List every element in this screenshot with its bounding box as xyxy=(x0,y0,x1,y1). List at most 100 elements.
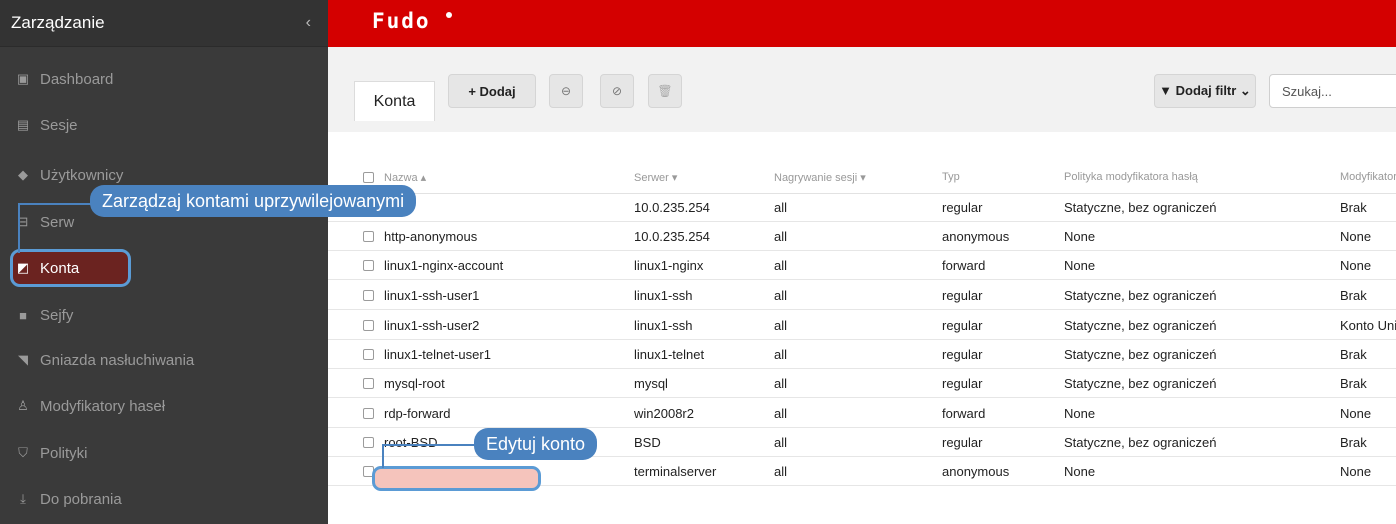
table-row[interactable]: 10.0.235.254 all regular Statyczne, bez ogr… xyxy=(328,194,1396,222)
row-checkbox[interactable] xyxy=(363,437,374,448)
table-row[interactable]: mysql-root mysql all regular Statyczne, bez … xyxy=(328,370,1396,398)
cell-server: linux1-telnet xyxy=(634,347,705,362)
add-filter-button[interactable]: ▼ Dodaj filtr ⌄ xyxy=(1154,74,1256,108)
search-input[interactable] xyxy=(1269,74,1396,108)
select-all-checkbox[interactable] xyxy=(363,172,374,183)
edit-account-callout: Edytuj konto xyxy=(474,428,598,460)
cell-recording: all xyxy=(774,200,788,215)
sidebar-item-safes[interactable]: ■ Sejfy xyxy=(0,295,328,335)
cell-name[interactable]: mysql-root xyxy=(384,376,445,391)
sidebar-item-label: Sejfy xyxy=(40,306,74,324)
cell-modifier: Konto Unix p xyxy=(1340,318,1396,333)
cell-name[interactable]: linux1-ssh-user2 xyxy=(384,318,479,333)
cell-name[interactable]: linux1-nginx-account xyxy=(384,258,503,273)
sidebar-item-accounts[interactable]: ◩ Konta xyxy=(0,248,328,288)
row-checkbox[interactable] xyxy=(363,378,374,389)
sidebar-item-label: Konta xyxy=(40,259,80,277)
tab-accounts[interactable]: Konta xyxy=(354,81,435,121)
callout-connector xyxy=(18,203,92,205)
cell-policy: Statyczne, bez ograniczeń xyxy=(1064,318,1217,333)
column-header-server[interactable]: Serwer ▾ xyxy=(634,171,677,184)
row-checkbox[interactable] xyxy=(363,260,374,271)
cell-server: linux1-ssh xyxy=(634,318,693,333)
cell-policy: Statyczne, bez ograniczeń xyxy=(1064,200,1217,215)
table-row[interactable]: linux1-ssh-user2 linux1-ssh all regular Stat… xyxy=(328,312,1396,340)
cell-type: regular xyxy=(942,318,983,333)
table-row[interactable]: linux1-telnet-user1 linux1-telnet all regul… xyxy=(328,341,1396,369)
cell-policy: None xyxy=(1064,258,1096,273)
cell-type: forward xyxy=(942,406,986,421)
cell-server: linux1-ssh xyxy=(634,288,693,303)
cell-type: forward xyxy=(942,258,986,273)
cell-recording: all xyxy=(774,376,788,391)
cell-name[interactable]: rdp-forward xyxy=(384,406,450,421)
column-header-type: Typ xyxy=(942,171,960,183)
downloads-icon: ⤓ xyxy=(20,491,26,506)
collapse-sidebar-icon[interactable]: ‹ xyxy=(306,14,317,32)
sidebar-header: Zarządzanie ‹ xyxy=(0,0,328,47)
cell-recording: all xyxy=(774,435,788,450)
manage-accounts-callout: Zarządzaj kontami uprzywilejowanymi xyxy=(90,185,417,217)
sidebar-item-password-changers[interactable]: ♙ Modyfikatory haseł xyxy=(0,386,328,426)
cell-recording: all xyxy=(774,318,788,333)
sidebar-item-sessions[interactable]: ▤ Sesje xyxy=(0,105,328,145)
cell-recording: all xyxy=(774,347,788,362)
column-header-name[interactable]: Nazwa ▴ xyxy=(384,171,426,184)
cell-server: win2008r2 xyxy=(634,406,694,421)
sidebar-item-policies[interactable]: ⛉ Polityki xyxy=(0,433,328,473)
table-header: Nazwa ▴ Serwer ▾ Nagrywanie sesji ▾ Typ … xyxy=(328,162,1396,194)
callout-connector xyxy=(382,444,384,468)
cell-policy: None xyxy=(1064,464,1096,479)
cell-policy: None xyxy=(1064,406,1096,421)
block-icon[interactable]: ⊖ xyxy=(549,74,583,108)
cell-server: linux1-nginx xyxy=(634,258,704,273)
cell-modifier: Brak xyxy=(1340,435,1367,450)
cell-name[interactable]: root-BSD xyxy=(384,435,437,450)
delete-icon[interactable]: 🗑 xyxy=(648,74,682,108)
sidebar-item-label: Do pobrania xyxy=(40,490,122,508)
column-header-policy: Polityka modyfikatora hasłą xyxy=(1064,171,1198,183)
logo-dot-icon xyxy=(446,12,452,18)
callout-connector xyxy=(382,444,474,446)
cell-name[interactable]: http-anonymous xyxy=(384,229,477,244)
unblock-icon[interactable]: ⊘ xyxy=(600,74,634,108)
table-row[interactable]: linux1-nginx-account linux1-nginx all forwa… xyxy=(328,252,1396,280)
sidebar-item-label: Gniazda nasłuchiwania xyxy=(40,351,195,369)
cell-name[interactable]: linux1-telnet-user1 xyxy=(384,347,491,362)
cell-modifier: Brak xyxy=(1340,288,1367,303)
sidebar-title: Zarządzanie xyxy=(11,13,105,32)
column-header-recording[interactable]: Nagrywanie sesji ▾ xyxy=(774,171,866,184)
cell-server: mysql xyxy=(634,376,668,391)
cell-policy: Statyczne, bez ograniczeń xyxy=(1064,376,1217,391)
cell-server: 10.0.235.254 xyxy=(634,200,710,215)
row-checkbox[interactable] xyxy=(363,290,374,301)
callout-connector xyxy=(18,203,90,253)
table-row[interactable]: linux1-ssh-user1 linux1-ssh all regular Stat… xyxy=(328,282,1396,310)
sidebar-item-listeners[interactable]: ◥ Gniazda nasłuchiwania xyxy=(0,340,328,380)
sidebar-item-label: Użytkownicy xyxy=(40,166,124,184)
cell-modifier: None xyxy=(1340,464,1372,479)
table-row[interactable]: rdp-forward win2008r2 all forward None None xyxy=(328,400,1396,428)
sidebar-item-downloads[interactable]: ⤓ Do pobrania xyxy=(0,479,328,519)
toolbar: Konta + Dodaj ⊖ ⊘ 🗑 ▼ Dodaj filtr ⌄ xyxy=(328,47,1396,132)
row-checkbox[interactable] xyxy=(363,408,374,419)
cell-recording: all xyxy=(774,464,788,479)
fudo-logo: Fudo xyxy=(372,9,431,33)
cell-type: regular xyxy=(942,376,983,391)
cell-server: terminalserver xyxy=(634,464,717,479)
table-row[interactable]: http-anonymous 10.0.235.254 all anonymous No… xyxy=(328,223,1396,251)
row-checkbox[interactable] xyxy=(363,349,374,360)
cell-modifier: None xyxy=(1340,406,1372,421)
policies-icon: ⛉ xyxy=(18,445,28,460)
safes-icon: ■ xyxy=(19,307,27,323)
cell-recording: all xyxy=(774,406,788,421)
row-checkbox[interactable] xyxy=(363,231,374,242)
cell-name[interactable]: linux1-ssh-user1 xyxy=(384,288,479,303)
row-checkbox[interactable] xyxy=(363,320,374,331)
cell-modifier: None xyxy=(1340,258,1372,273)
sidebar: Zarządzanie ‹ ▣ Dashboard ▤ Sesje ◆ Użyt… xyxy=(0,0,328,524)
cell-modifier: Brak xyxy=(1340,347,1367,362)
cell-policy: Statyczne, bez ograniczeń xyxy=(1064,288,1217,303)
sidebar-item-dashboard[interactable]: ▣ Dashboard xyxy=(0,59,328,99)
add-button[interactable]: + Dodaj xyxy=(448,74,536,108)
